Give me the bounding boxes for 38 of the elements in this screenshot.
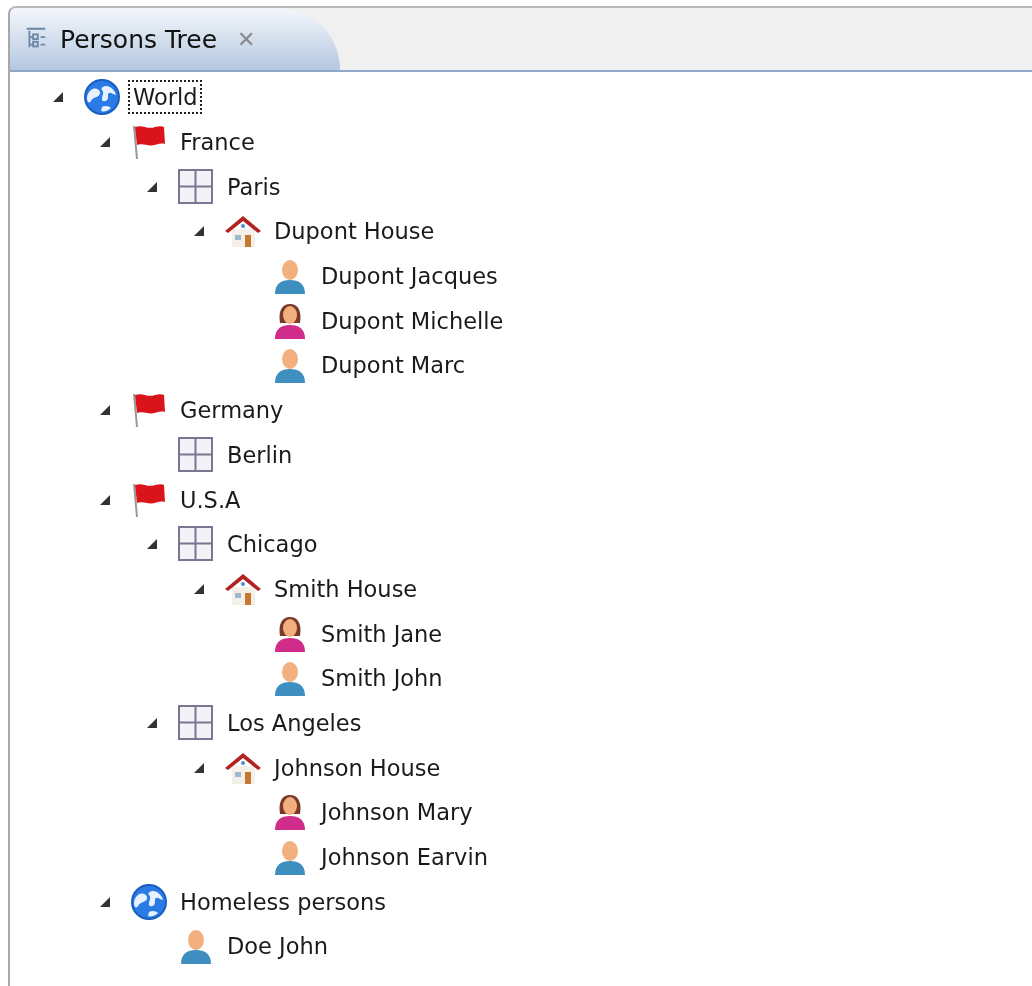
collapse-arrow-icon[interactable] — [52, 91, 64, 104]
tree-item[interactable]: World — [128, 80, 203, 115]
collapse-arrow-icon[interactable] — [99, 136, 111, 149]
tree-item[interactable]: Smith House — [269, 571, 423, 606]
globe-icon — [129, 881, 169, 922]
tree-item[interactable]: Dupont Michelle — [316, 303, 509, 338]
collapse-arrow-icon[interactable] — [193, 225, 205, 238]
tree-item[interactable]: Doe John — [222, 929, 333, 964]
tree-item[interactable]: Homeless persons — [175, 884, 391, 919]
tree-item[interactable]: Johnson House — [269, 750, 446, 785]
tree-item[interactable]: U.S.A — [175, 482, 246, 517]
tree-item[interactable]: Berlin — [222, 437, 298, 472]
tree-item[interactable]: Smith Jane — [316, 616, 448, 651]
tree-item[interactable]: Paris — [222, 169, 286, 204]
tree-item[interactable]: Los Angeles — [222, 705, 367, 740]
tree-item[interactable]: Dupont Jacques — [316, 259, 503, 294]
tab-title: Persons Tree — [60, 24, 218, 54]
tree-item[interactable]: Smith John — [316, 661, 448, 696]
tree-item[interactable]: Germany — [175, 393, 289, 428]
collapse-arrow-icon[interactable] — [99, 404, 111, 417]
collapse-arrow-icon[interactable] — [193, 761, 205, 774]
tree-item[interactable]: Dupont House — [269, 214, 440, 249]
globe-icon — [82, 77, 122, 118]
collapse-arrow-icon[interactable] — [146, 716, 158, 729]
collapse-arrow-icon[interactable] — [99, 895, 111, 908]
collapse-arrow-icon[interactable] — [193, 582, 205, 595]
tree-item[interactable]: Johnson Mary — [316, 795, 478, 830]
tree-item[interactable]: Chicago — [222, 527, 323, 562]
tree-item[interactable]: Johnson Earvin — [316, 840, 493, 875]
grid-icon — [176, 702, 216, 743]
collapse-arrow-icon[interactable] — [146, 538, 158, 551]
collapse-arrow-icon[interactable] — [99, 493, 111, 506]
tree-item[interactable]: Dupont Marc — [316, 348, 471, 383]
tree-item[interactable]: France — [175, 125, 260, 160]
grid-icon — [176, 166, 216, 207]
view-tab[interactable]: Persons Tree ✕ — [10, 8, 340, 70]
collapse-arrow-icon[interactable] — [146, 180, 158, 193]
grid-icon — [176, 434, 216, 475]
